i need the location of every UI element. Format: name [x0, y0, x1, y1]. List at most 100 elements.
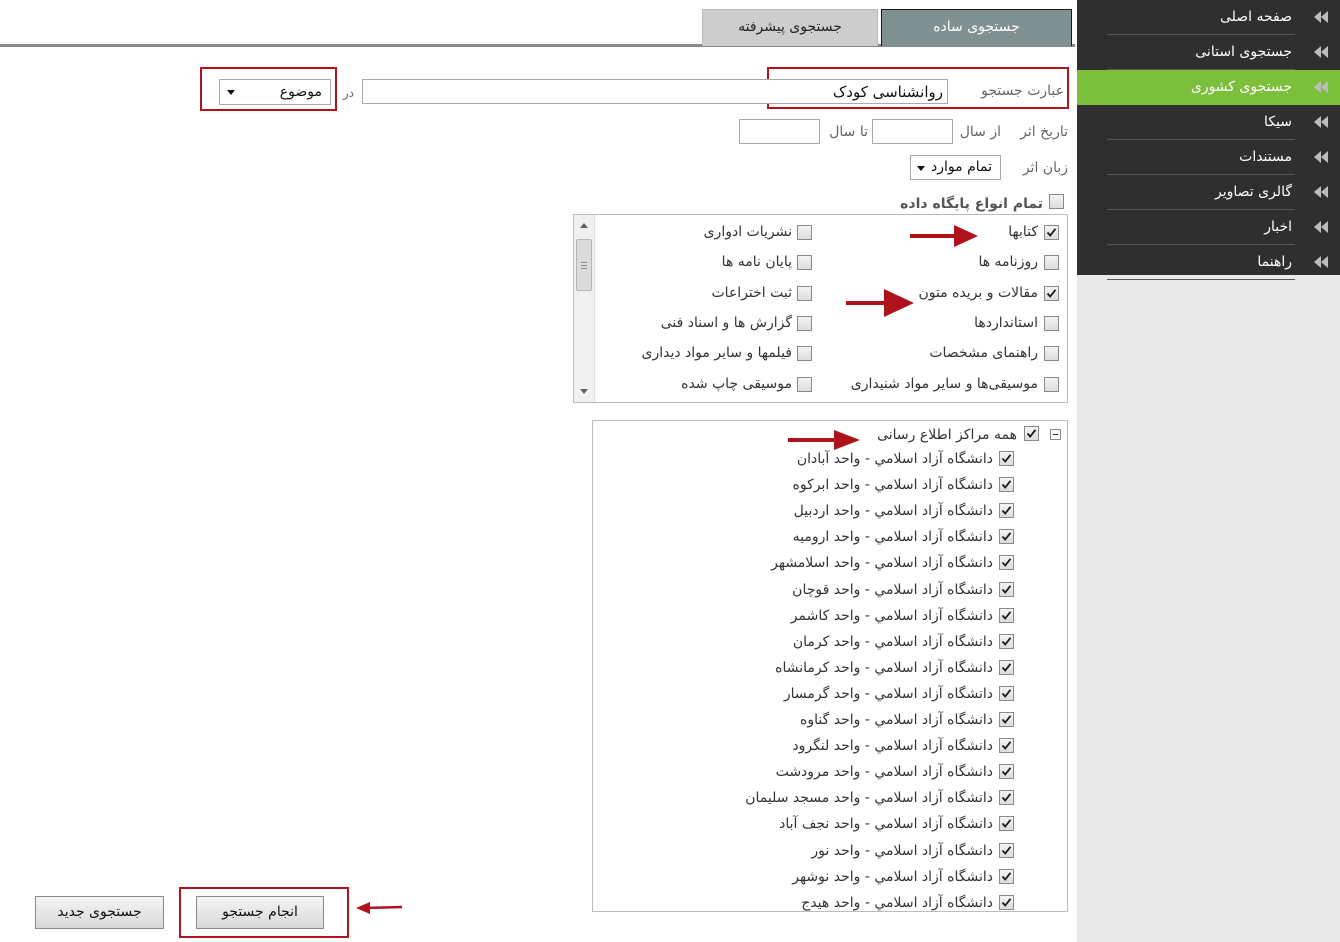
sidebar-item-6[interactable]: اخبار — [1077, 210, 1340, 245]
sidebar-item-7[interactable]: راهنما — [1077, 245, 1340, 280]
center-13-checkbox[interactable] — [999, 790, 1014, 805]
sidebar-item-label: صفحه اصلی — [1219, 9, 1292, 25]
center-10-checkbox[interactable] — [999, 712, 1014, 727]
center-3-checkbox[interactable] — [999, 529, 1014, 544]
chevron-down-icon — [227, 90, 235, 95]
search-field-value: موضوع — [279, 84, 322, 100]
sidebar-item-5[interactable]: گالری تصاویر — [1077, 175, 1340, 210]
db-type-left-2-checkbox[interactable] — [797, 286, 812, 301]
collapse-minus-icon[interactable] — [1050, 429, 1061, 440]
all-centers-label: همه مراکز اطلاع رسانی — [877, 427, 1017, 443]
db-type-left-2-label: ثبت اختراعات — [711, 285, 793, 301]
center-16-label: دانشگاه آزاد اسلامي - واحد نوشهر — [792, 869, 993, 885]
center-4-checkbox[interactable] — [999, 555, 1014, 570]
sidebar-item-3[interactable]: سیکا — [1077, 105, 1340, 140]
double-chevron-left-icon — [1314, 81, 1328, 93]
center-16-checkbox[interactable] — [999, 869, 1014, 884]
tab-simple-search[interactable]: جستجوی ساده — [881, 9, 1072, 46]
search-phrase-label: عبارت جستجو — [981, 83, 1064, 99]
new-search-button[interactable]: جستجوی جدید — [35, 896, 164, 929]
db-type-left-0-checkbox[interactable] — [797, 225, 812, 240]
annotation-arrow-icon — [788, 430, 860, 450]
db-type-right-5-label: موسیقی‌ها و سایر مواد شنیداری — [850, 376, 1038, 392]
annotation-arrow-icon — [356, 902, 403, 914]
scroll-thumb[interactable] — [576, 239, 592, 291]
sidebar-item-0[interactable]: صفحه اصلی — [1077, 0, 1340, 35]
db-type-left-3-checkbox[interactable] — [797, 316, 812, 331]
center-8-label: دانشگاه آزاد اسلامي - واحد کرمانشاه — [775, 660, 993, 676]
date-from-input[interactable] — [872, 119, 953, 144]
search-button[interactable]: انجام جستجو — [196, 896, 324, 929]
db-type-right-3-label: استانداردها — [974, 315, 1038, 331]
db-types-list — [573, 214, 1068, 403]
all-centers-checkbox[interactable] — [1024, 426, 1039, 441]
db-type-right-1-checkbox[interactable] — [1044, 255, 1059, 270]
language-label: زبان اثر — [1022, 160, 1068, 176]
sidebar-item-1[interactable]: جستجوی استانی — [1077, 35, 1340, 70]
db-type-right-3-checkbox[interactable] — [1044, 316, 1059, 331]
center-14-label: دانشگاه آزاد اسلامي - واحد نجف آباد — [779, 816, 993, 832]
sidebar-item-4[interactable]: مستندات — [1077, 140, 1340, 175]
double-chevron-left-icon — [1314, 221, 1328, 233]
center-2-label: دانشگاه آزاد اسلامي - واحد اردبيل — [793, 503, 993, 519]
language-select[interactable]: تمام موارد — [910, 155, 1001, 180]
db-type-right-5-checkbox[interactable] — [1044, 377, 1059, 392]
sidebar-item-label: مستندات — [1239, 149, 1292, 165]
center-2-checkbox[interactable] — [999, 503, 1014, 518]
search-field-select[interactable]: موضوع — [219, 79, 331, 105]
center-4-label: دانشگاه آزاد اسلامي - واحد اسلامشهر — [771, 555, 993, 571]
center-11-label: دانشگاه آزاد اسلامي - واحد لنگرود — [792, 738, 993, 754]
double-chevron-left-icon — [1314, 11, 1328, 23]
db-type-right-2-checkbox[interactable] — [1044, 286, 1059, 301]
center-6-label: دانشگاه آزاد اسلامي - واحد کاشمر — [790, 608, 993, 624]
all-db-types-checkbox[interactable] — [1049, 194, 1064, 209]
db-type-left-5-checkbox[interactable] — [797, 377, 812, 392]
center-0-checkbox[interactable] — [999, 451, 1014, 466]
center-7-checkbox[interactable] — [999, 634, 1014, 649]
center-17-checkbox[interactable] — [999, 895, 1014, 910]
db-type-right-4-checkbox[interactable] — [1044, 346, 1059, 361]
center-15-label: دانشگاه آزاد اسلامي - واحد نور — [811, 843, 993, 859]
center-15-checkbox[interactable] — [999, 843, 1014, 858]
center-5-label: دانشگاه آزاد اسلامي - واحد قوچان — [792, 582, 993, 598]
annotation-arrow-icon — [910, 225, 978, 247]
db-type-left-4-label: فیلمها و سایر مواد دیداری — [641, 345, 793, 361]
center-1-checkbox[interactable] — [999, 477, 1014, 492]
search-phrase-input[interactable] — [362, 79, 948, 104]
center-3-label: دانشگاه آزاد اسلامي - واحد اروميه — [792, 529, 993, 545]
scroll-down-icon[interactable] — [580, 389, 588, 394]
center-9-label: دانشگاه آزاد اسلامي - واحد گرمسار — [783, 686, 993, 702]
center-12-label: دانشگاه آزاد اسلامي - واحد مرودشت — [775, 764, 993, 780]
db-type-left-0-label: نشریات ادواری — [703, 224, 792, 240]
db-type-left-1-label: پایان نامه ها — [721, 254, 792, 270]
center-1-label: دانشگاه آزاد اسلامي - واحد ابرکوه — [792, 477, 993, 493]
center-5-checkbox[interactable] — [999, 582, 1014, 597]
double-chevron-left-icon — [1314, 46, 1328, 58]
center-6-checkbox[interactable] — [999, 608, 1014, 623]
center-12-checkbox[interactable] — [999, 764, 1014, 779]
language-value: تمام موارد — [931, 159, 992, 175]
tab-advanced-search[interactable]: جستجوی پیشرفته — [702, 9, 878, 46]
sidebar-item-2[interactable]: جستجوی کشوری — [1077, 70, 1340, 105]
sidebar-menu: صفحه اصلی جستجوی استانی جستجوی کشوری سیکا مس… — [1077, 0, 1340, 280]
sidebar-item-label: سیکا — [1264, 114, 1292, 130]
date-to-label: تا سال — [829, 124, 868, 140]
sidebar-item-label: گالری تصاویر — [1214, 184, 1292, 200]
db-type-left-3-label: گزارش ها و اسناد فنی — [660, 315, 792, 331]
center-8-checkbox[interactable] — [999, 660, 1014, 675]
date-to-input[interactable] — [739, 119, 820, 144]
db-type-right-1-label: روزنامه ها — [978, 254, 1038, 270]
center-13-label: دانشگاه آزاد اسلامي - واحد مسجد سليمان — [745, 790, 993, 806]
db-type-left-4-checkbox[interactable] — [797, 346, 812, 361]
annotation-arrow-icon — [846, 289, 914, 317]
db-type-right-0-checkbox[interactable] — [1044, 225, 1059, 240]
sidebar-item-label: اخبار — [1264, 219, 1292, 235]
center-14-checkbox[interactable] — [999, 816, 1014, 831]
sidebar-item-label: جستجوی کشوری — [1190, 79, 1292, 95]
center-11-checkbox[interactable] — [999, 738, 1014, 753]
db-types-scrollbar[interactable] — [574, 215, 595, 402]
double-chevron-left-icon — [1314, 186, 1328, 198]
center-9-checkbox[interactable] — [999, 686, 1014, 701]
scroll-up-icon[interactable] — [580, 223, 588, 228]
db-type-left-1-checkbox[interactable] — [797, 255, 812, 270]
